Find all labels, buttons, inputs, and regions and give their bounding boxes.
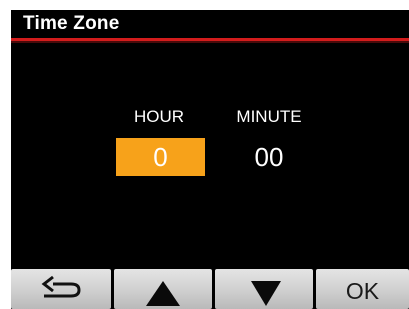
back-button[interactable] <box>11 269 111 309</box>
ok-button-label: OK <box>345 278 380 304</box>
softkey-bar: OK <box>11 264 409 309</box>
hour-field[interactable]: 0 <box>116 138 205 176</box>
down-triangle-icon <box>251 281 281 306</box>
minute-label: MINUTE <box>236 107 302 126</box>
title-bar: Time Zone <box>11 10 409 40</box>
minute-field[interactable]: 00 <box>219 138 319 176</box>
page-title: Time Zone <box>23 13 120 34</box>
hour-label: HOUR <box>133 107 185 126</box>
back-arrow-icon <box>41 275 81 298</box>
hour-value: 0 <box>153 142 168 172</box>
title-divider-shadow <box>11 41 409 43</box>
down-button[interactable] <box>215 269 313 309</box>
ok-button[interactable]: OK <box>316 269 409 309</box>
screen: Time Zone HOUR MINUTE 0 00 OK <box>11 10 409 309</box>
up-button[interactable] <box>114 269 212 309</box>
up-triangle-icon <box>146 281 180 306</box>
